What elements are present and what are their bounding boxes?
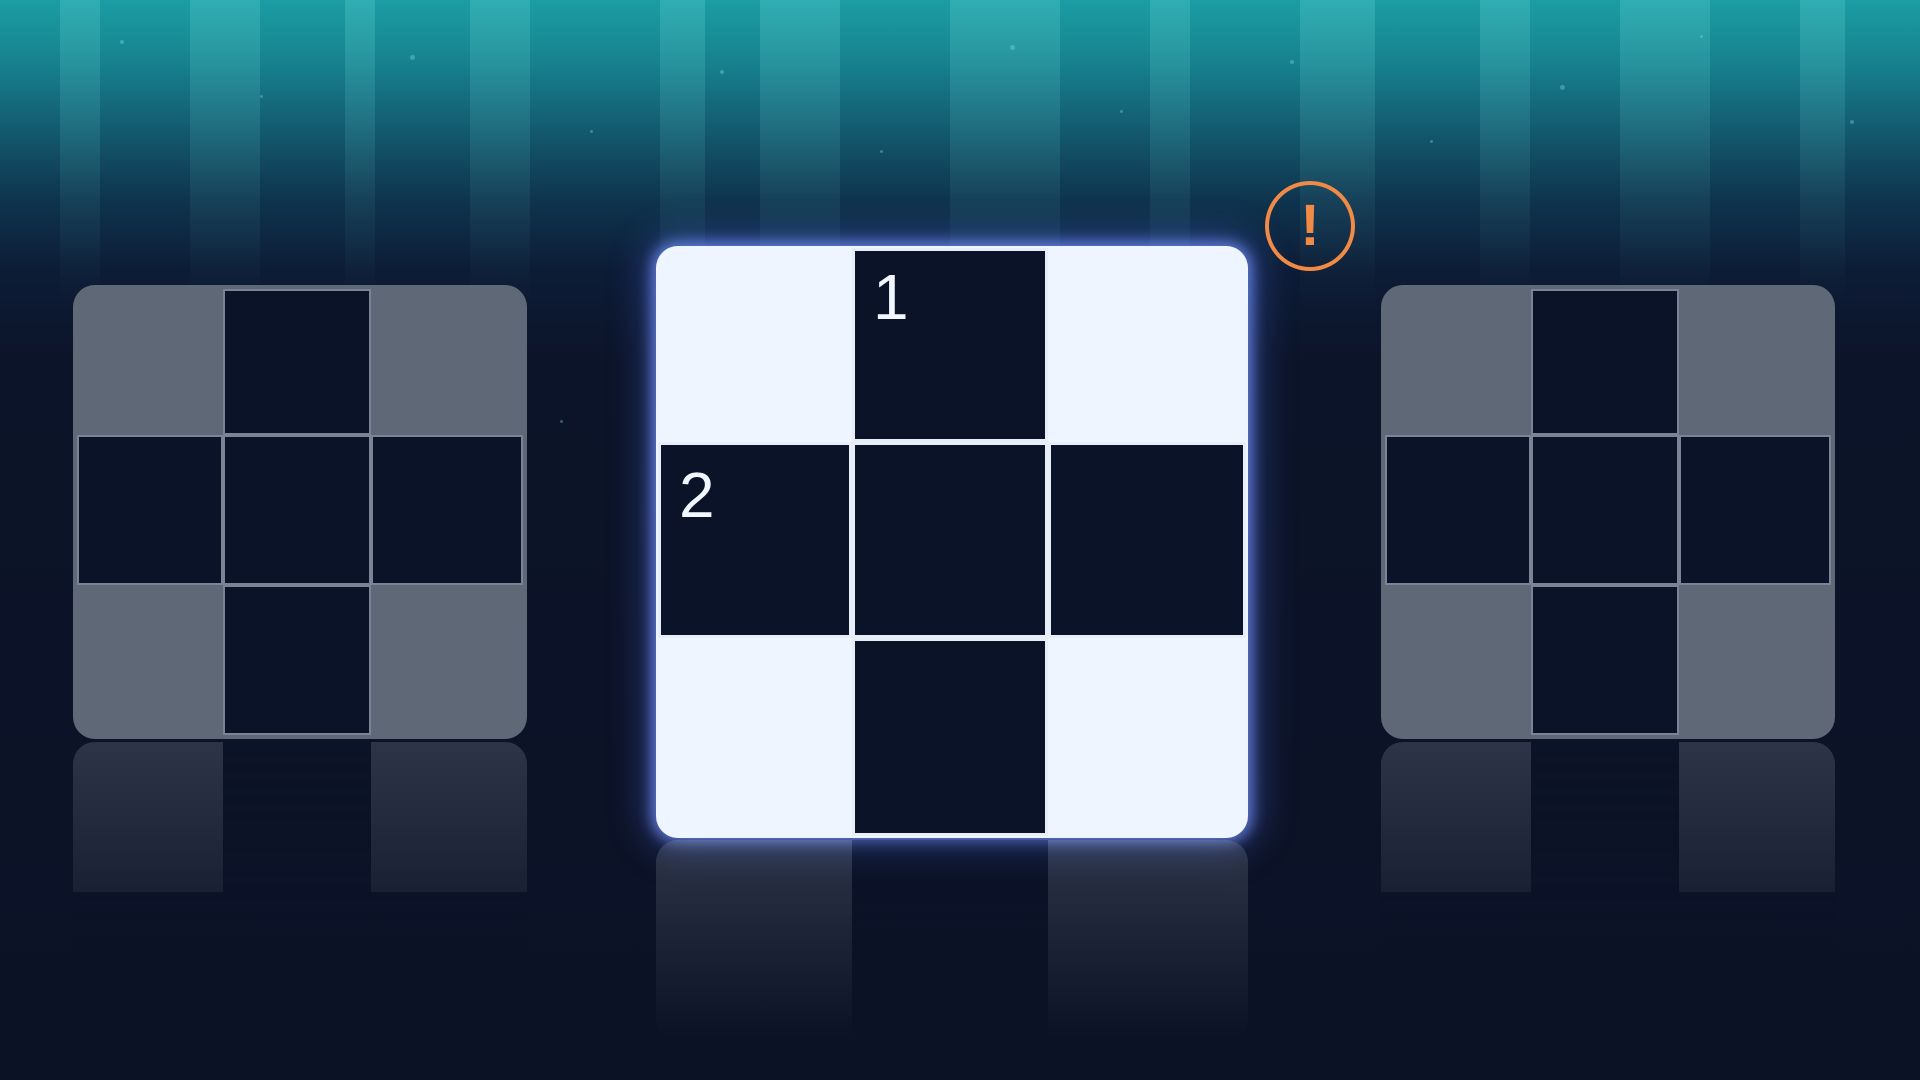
puzzle-cell bbox=[223, 289, 371, 435]
puzzle-cell bbox=[1531, 435, 1679, 585]
dust-particle bbox=[1430, 140, 1433, 143]
puzzle-cell bbox=[1679, 435, 1831, 585]
dust-particle bbox=[1010, 45, 1015, 50]
light-streak bbox=[1480, 0, 1530, 300]
puzzle-cell bbox=[77, 435, 223, 585]
dust-particle bbox=[120, 40, 124, 44]
puzzle-cell bbox=[371, 435, 523, 585]
dust-particle bbox=[1120, 110, 1123, 113]
light-streak bbox=[190, 0, 260, 300]
light-streak bbox=[345, 0, 375, 300]
dust-particle bbox=[880, 150, 883, 153]
light-streak bbox=[60, 0, 100, 300]
reflection-shape bbox=[852, 840, 1048, 1040]
dust-particle bbox=[720, 70, 724, 74]
dust-particle bbox=[410, 55, 415, 60]
dust-particle bbox=[560, 420, 563, 423]
clue-number-1: 1 bbox=[873, 261, 909, 333]
puzzle-cell[interactable] bbox=[1048, 442, 1246, 638]
puzzle-cell bbox=[223, 585, 371, 735]
dust-particle bbox=[1560, 85, 1565, 90]
puzzle-cell-1-down[interactable]: 1 bbox=[852, 248, 1048, 442]
puzzle-card-next[interactable] bbox=[1381, 285, 1835, 739]
puzzle-cell bbox=[223, 435, 371, 585]
dust-particle bbox=[590, 130, 593, 133]
puzzle-cell bbox=[1531, 289, 1679, 435]
dust-particle bbox=[1290, 60, 1294, 64]
puzzle-cell[interactable] bbox=[852, 442, 1048, 638]
dust-particle bbox=[260, 95, 263, 98]
puzzle-cell bbox=[1385, 435, 1531, 585]
reflection-shape bbox=[73, 892, 527, 1002]
light-streak bbox=[1620, 0, 1710, 300]
clue-number-2: 2 bbox=[679, 459, 715, 531]
puzzle-card-previous[interactable] bbox=[73, 285, 527, 739]
reflection-shape bbox=[1381, 892, 1835, 1002]
card-reflection bbox=[73, 742, 527, 1002]
light-streak bbox=[1800, 0, 1845, 300]
card-reflection bbox=[656, 840, 1248, 1040]
dust-particle bbox=[1700, 35, 1703, 38]
game-stage: 1 2 ! bbox=[0, 0, 1920, 1080]
puzzle-cell-2-across[interactable]: 2 bbox=[658, 442, 852, 638]
puzzle-card-active: 1 2 bbox=[656, 246, 1248, 838]
dust-particle bbox=[1850, 120, 1854, 124]
puzzle-cell[interactable] bbox=[852, 638, 1048, 836]
light-streak bbox=[470, 0, 530, 300]
exclamation-icon[interactable]: ! bbox=[1265, 181, 1355, 271]
puzzle-cell bbox=[1531, 585, 1679, 735]
card-reflection bbox=[1381, 742, 1835, 1002]
